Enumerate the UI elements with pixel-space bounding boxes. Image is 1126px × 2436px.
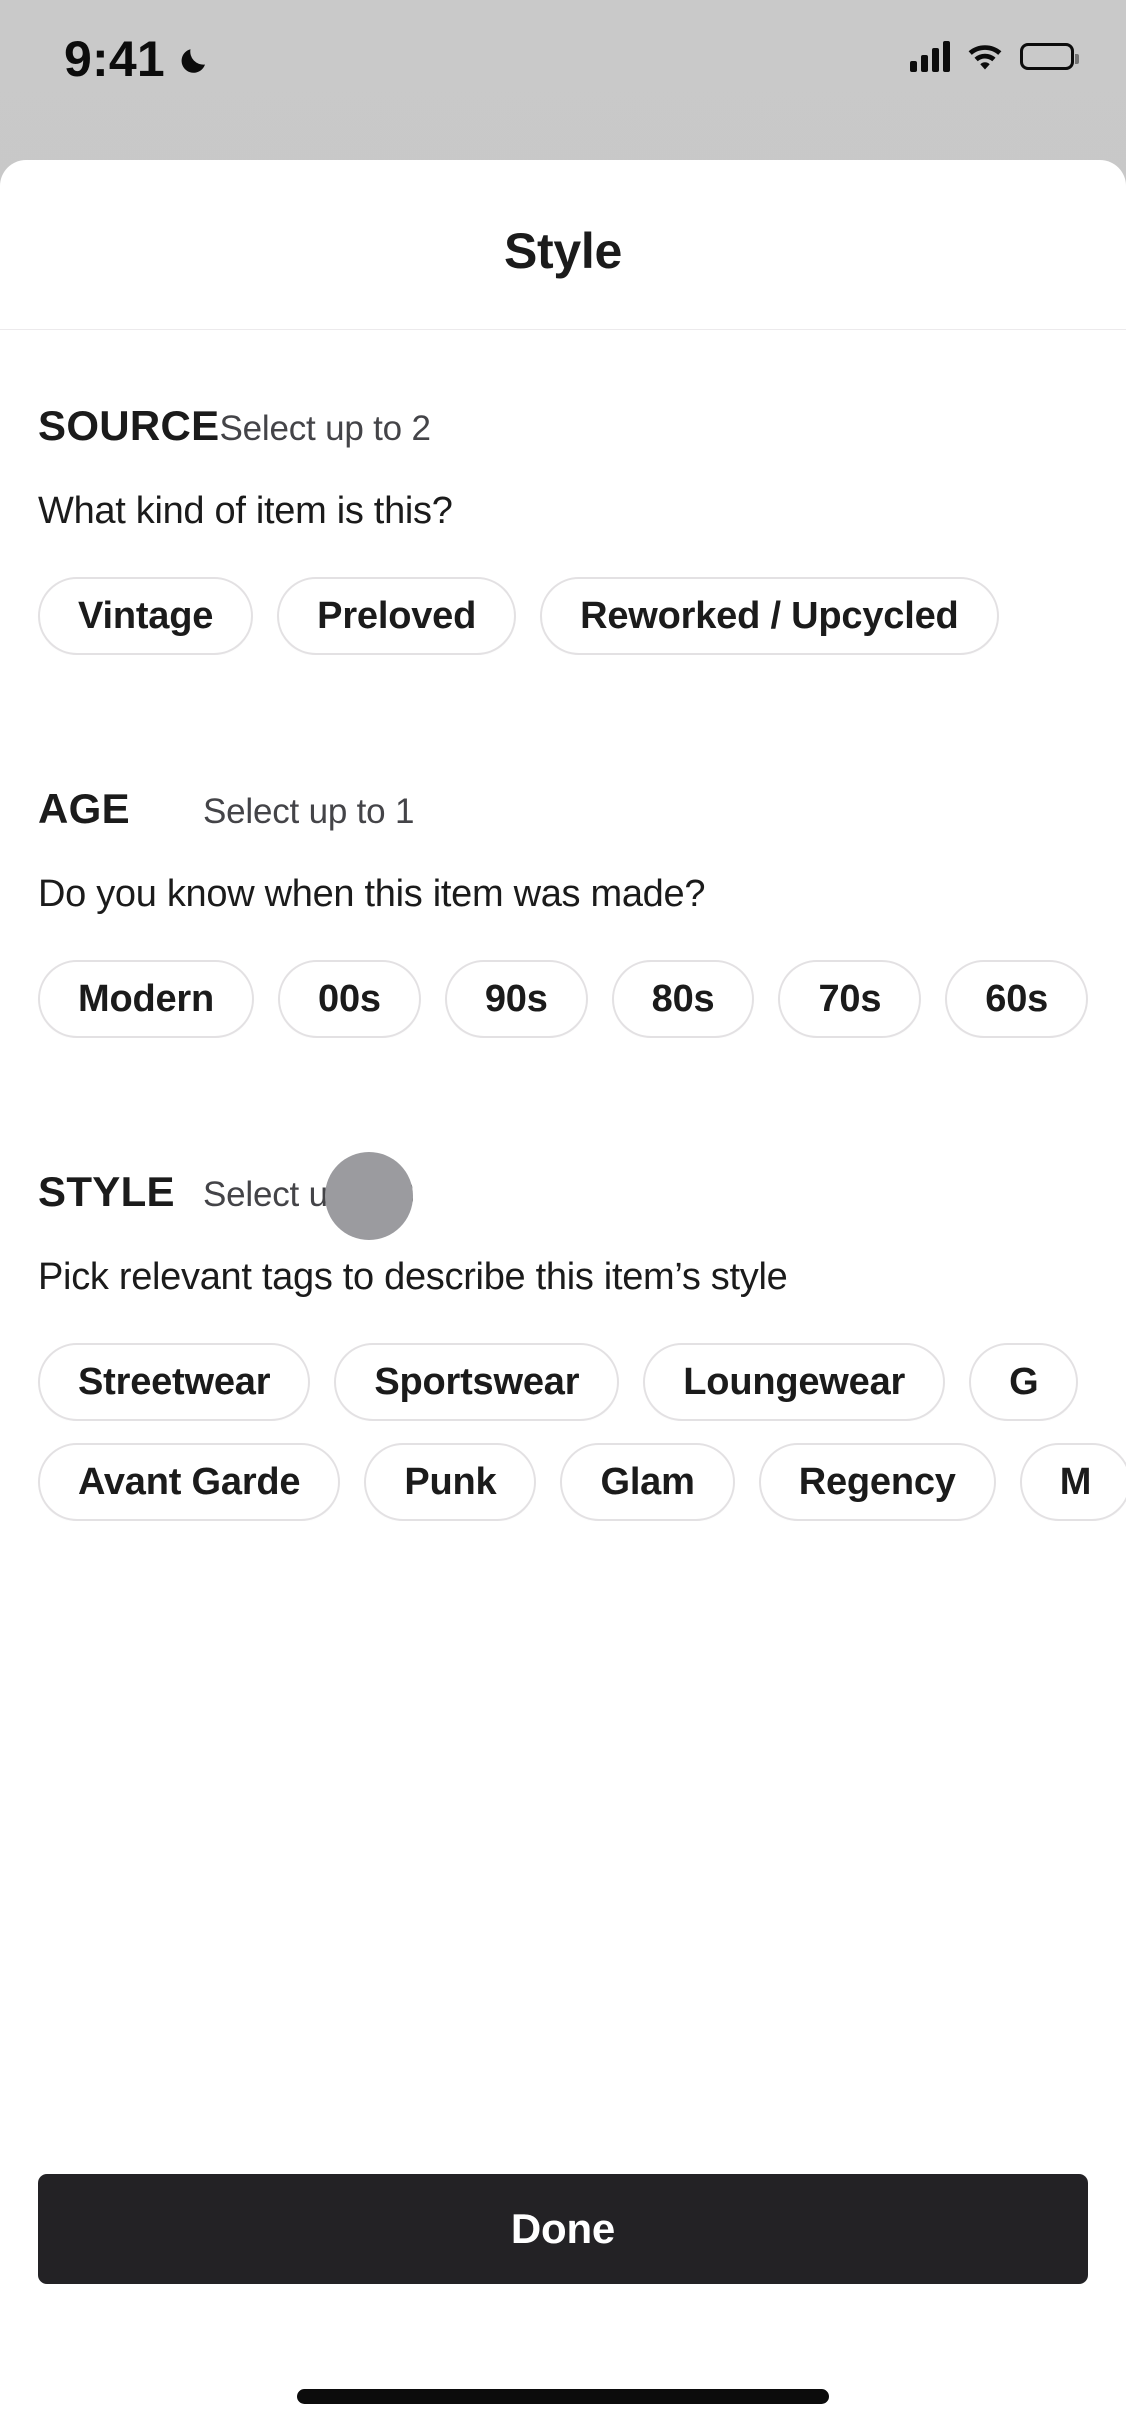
chip-regency[interactable]: Regency bbox=[758, 1443, 996, 1521]
status-bar-right bbox=[910, 40, 1079, 72]
chip-00s[interactable]: 00s bbox=[278, 960, 421, 1038]
section-style-title: STYLE bbox=[38, 1168, 175, 1215]
style-sheet: Style SOURCE Select up to 2 What kind of… bbox=[0, 160, 1126, 2436]
home-indicator bbox=[297, 2389, 829, 2404]
status-bar-clock: 9:41 bbox=[64, 31, 165, 87]
chip-loungewear[interactable]: Loungewear bbox=[643, 1343, 946, 1421]
chip-streetwear[interactable]: Streetwear bbox=[38, 1343, 311, 1421]
wifi-icon bbox=[966, 41, 1004, 71]
chip-vintage[interactable]: Vintage bbox=[38, 577, 254, 655]
chip-70s[interactable]: 70s bbox=[778, 960, 922, 1038]
section-source-title: SOURCE bbox=[38, 402, 220, 449]
page-title: Style bbox=[503, 223, 622, 279]
chip-60s[interactable]: 60s bbox=[945, 960, 1089, 1038]
section-age-header: AGE Select up to 1 bbox=[0, 785, 1126, 833]
section-source: SOURCE Select up to 2 What kind of item … bbox=[0, 402, 1126, 655]
phone-screen: 9:41 Style SOURCE Select up to 2 What ki… bbox=[0, 0, 1126, 2436]
section-age-question: Do you know when this item was made? bbox=[38, 873, 706, 915]
touch-point-indicator bbox=[325, 1152, 413, 1240]
section-source-header: SOURCE Select up to 2 bbox=[0, 402, 1126, 450]
chip-avant-garde[interactable]: Avant Garde bbox=[38, 1443, 341, 1521]
battery-icon bbox=[1020, 42, 1079, 70]
chip-sportswear[interactable]: Sportswear bbox=[334, 1343, 620, 1421]
section-age-title: AGE bbox=[38, 785, 130, 832]
sheet-header: Style bbox=[0, 160, 1126, 330]
chip-80s[interactable]: 80s bbox=[611, 960, 755, 1038]
chip-modern[interactable]: Modern bbox=[38, 960, 255, 1038]
done-button[interactable]: Done bbox=[38, 2174, 1088, 2284]
cellular-signal-icon bbox=[910, 40, 950, 72]
age-chip-row[interactable]: Modern 00s 90s 80s 70s 60s bbox=[0, 960, 1126, 1038]
chip-punk[interactable]: Punk bbox=[364, 1443, 537, 1521]
section-style-header: STYLE Select up to 3 bbox=[0, 1168, 1126, 1216]
section-source-hint: Select up to 2 bbox=[219, 409, 431, 448]
sheet-content: SOURCE Select up to 2 What kind of item … bbox=[0, 402, 1126, 1521]
status-bar-left: 9:41 bbox=[64, 34, 215, 84]
chip-style-overflow-2[interactable]: M bbox=[1019, 1443, 1126, 1521]
chip-style-overflow-1[interactable]: G bbox=[969, 1343, 1079, 1421]
section-age-hint: Select up to 1 bbox=[203, 792, 415, 831]
chip-90s[interactable]: 90s bbox=[444, 960, 588, 1038]
section-style-question: Pick relevant tags to describe this item… bbox=[38, 1256, 788, 1298]
moon-icon bbox=[177, 40, 215, 78]
style-chip-row-2[interactable]: Avant Garde Punk Glam Regency M bbox=[0, 1443, 1126, 1521]
chip-reworked-upcycled[interactable]: Reworked / Upcycled bbox=[540, 577, 999, 655]
section-style: STYLE Select up to 3 Pick relevant tags … bbox=[0, 1168, 1126, 1521]
section-source-question: What kind of item is this? bbox=[38, 490, 453, 532]
section-age: AGE Select up to 1 Do you know when this… bbox=[0, 785, 1126, 1038]
style-chip-row-1[interactable]: Streetwear Sportswear Loungewear G bbox=[0, 1343, 1126, 1421]
status-bar: 9:41 bbox=[0, 0, 1126, 160]
chip-preloved[interactable]: Preloved bbox=[277, 577, 517, 655]
chip-glam[interactable]: Glam bbox=[560, 1443, 735, 1521]
source-chip-row[interactable]: Vintage Preloved Reworked / Upcycled bbox=[0, 577, 1126, 655]
